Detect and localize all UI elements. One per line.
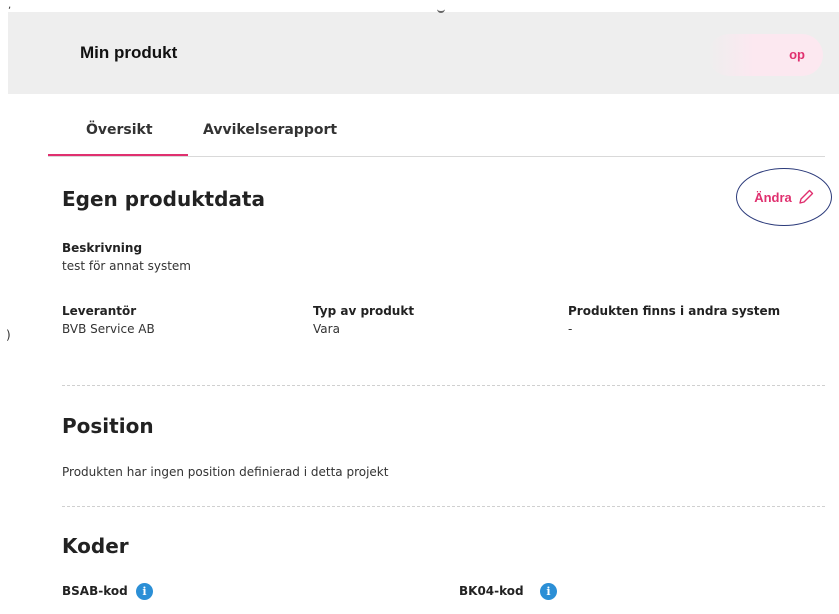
- section-divider: [62, 506, 825, 507]
- description-label: Beskrivning: [62, 241, 143, 255]
- supplier-value: BVB Service AB: [62, 322, 155, 336]
- edge-mark: ,: [8, 0, 12, 11]
- edit-button[interactable]: Ändra: [736, 168, 832, 226]
- supplier-label: Leverantör: [62, 304, 137, 318]
- section-title-koder: Koder: [62, 534, 129, 558]
- page-title: Min produkt: [80, 43, 178, 62]
- description-value: test för annat system: [62, 259, 191, 273]
- section-divider: [62, 385, 825, 386]
- section-title-position: Position: [62, 414, 154, 438]
- section-title-egen-produktdata: Egen produktdata: [62, 187, 265, 211]
- edit-button-label: Ändra: [754, 189, 792, 205]
- tab-oversikt[interactable]: Översikt: [86, 122, 153, 138]
- active-tab-indicator: [48, 154, 188, 156]
- position-text: Produkten har ingen position definierad …: [62, 465, 389, 479]
- tab-bar: Översikt Avvikelserapport: [48, 112, 825, 157]
- product-type-value: Vara: [313, 322, 340, 336]
- pencil-icon: [799, 189, 813, 204]
- other-systems-value: -: [568, 322, 573, 336]
- tab-avvikelserapport[interactable]: Avvikelserapport: [203, 122, 337, 138]
- product-type-label: Typ av produkt: [313, 304, 415, 318]
- side-edge-mark: ): [6, 328, 11, 342]
- bsab-code-label: BSAB-kod: [62, 584, 128, 598]
- info-icon[interactable]: i: [136, 583, 153, 600]
- other-systems-label: Produkten finns i andra system: [568, 304, 781, 318]
- info-icon[interactable]: i: [540, 583, 557, 600]
- bk04-code-label: BK04-kod: [459, 584, 524, 598]
- header-action-button[interactable]: op: [708, 34, 823, 76]
